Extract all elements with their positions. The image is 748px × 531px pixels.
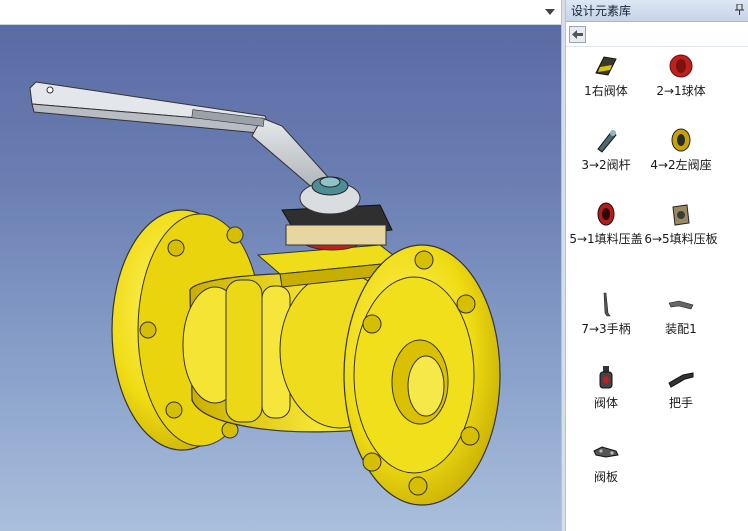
right-flange [343,244,501,506]
library-item-grip[interactable]: 把手 [644,365,718,411]
gland-thumb [597,202,615,226]
library-item-handle[interactable]: 7→3手柄 [569,291,643,337]
library-item-label: 2→1球体 [656,84,706,98]
left-seat-thumb [671,128,691,152]
assembly-thumb [668,300,694,310]
library-item-label: 3→2阀杆 [581,158,631,172]
valve-body-thumb [599,366,613,389]
back-arrow-icon[interactable] [569,25,586,43]
pin-icon[interactable] [735,3,744,18]
library-item-ball[interactable]: 2→1球体 [644,53,718,99]
panel-toolbar [566,22,748,47]
library-item-label: 6→5填料压板 [644,232,718,246]
library-item-packing-gland[interactable]: 5→1填料压盖 [569,201,643,247]
valve-body-right-thumb [595,56,617,76]
valve-plate-thumb [593,446,619,458]
library-item-label: 装配1 [665,322,697,336]
library-item-label: 把手 [668,396,693,410]
library-item-packing-plate[interactable]: 6→5填料压板 [644,201,718,247]
library-item-label: 4→2左阀座 [650,158,712,172]
library-item-right-valve-body[interactable]: 1右阀体 [569,53,643,99]
library-item-stem[interactable]: 3→2阀杆 [569,127,643,173]
handle-thumb [603,292,611,317]
chevron-down-icon[interactable] [543,5,557,19]
library-item-label: 5→1填料压盖 [569,232,643,246]
library-item-label: 1右阀体 [584,84,628,98]
library-item-assembly[interactable]: 装配1 [644,291,718,337]
stem-thumb [597,130,617,153]
library-item-label: 阀板 [593,470,618,484]
library-item-label: 阀体 [593,396,618,410]
3d-viewport[interactable] [0,0,561,531]
panel-title: 设计元素库 [571,4,632,18]
gland-plate-thumb [672,204,690,226]
viewport-toolbar [0,0,561,25]
valve-handle [29,81,339,197]
design-element-library-panel: 设计元素库 1右阀体 2→1球体 3→2阀杆 4→2左阀座 5→1填料压盖 6→… [566,0,748,531]
ball-thumb [669,54,693,78]
grip-thumb [668,372,694,388]
element-grid: 1右阀体 2→1球体 3→2阀杆 4→2左阀座 5→1填料压盖 6→5填料压板 … [566,47,748,527]
library-item-valve-plate[interactable]: 阀板 [569,439,643,485]
library-item-valve-body[interactable]: 阀体 [569,365,643,411]
library-item-left-seat[interactable]: 4→2左阀座 [644,127,718,173]
ball-valve-3d-model[interactable] [0,24,561,531]
panel-header: 设计元素库 [566,0,748,22]
library-item-label: 7→3手柄 [581,322,631,336]
